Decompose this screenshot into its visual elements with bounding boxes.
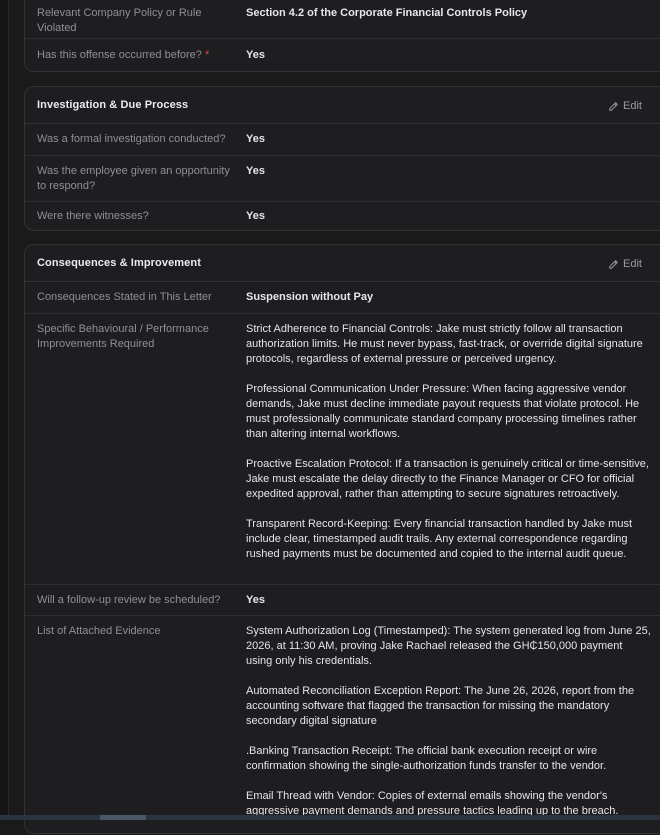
left-rail — [0, 0, 9, 820]
consequences-title: Consequences & Improvement — [37, 257, 201, 269]
prior-offense-row: Has this offense occurred before? * Yes — [25, 38, 660, 73]
required-asterisk: * — [204, 49, 210, 61]
pencil-icon — [609, 259, 618, 269]
investigation-title: Investigation & Due Process — [37, 99, 189, 111]
opportunity-respond-row: Was the employee given an opportunity to… — [25, 155, 660, 201]
scrollbar-thumb[interactable] — [100, 815, 146, 820]
offense-details-card: Relevant Company Policy or Rule Violated… — [24, 0, 660, 72]
improvement-paragraph: Professional Communication Under Pressur… — [246, 383, 640, 440]
improvement-paragraph: Transparent Record-Keeping: Every financ… — [246, 518, 633, 560]
improvements-label: Specific Behavioural / Performance Impro… — [37, 323, 209, 350]
opportunity-respond-value: Yes — [246, 165, 265, 177]
formal-investigation-row: Was a formal investigation conducted? Ye… — [25, 124, 660, 155]
consequences-edit-button[interactable]: Edit — [608, 255, 642, 273]
policy-row: Relevant Company Policy or Rule Violated… — [25, 1, 660, 38]
horizontal-scrollbar[interactable] — [0, 815, 660, 820]
formal-investigation-label: Was a formal investigation conducted? — [37, 133, 226, 145]
formal-investigation-value: Yes — [246, 133, 265, 145]
improvement-paragraph: Proactive Escalation Protocol: If a tran… — [246, 458, 649, 500]
evidence-item: System Authorization Log (Timestamped): … — [246, 625, 651, 667]
edit-label: Edit — [623, 100, 642, 112]
witnesses-label: Were there witnesses? — [37, 210, 149, 222]
witnesses-row: Were there witnesses? Yes — [25, 201, 660, 231]
edit-label: Edit — [623, 258, 642, 270]
followup-value: Yes — [246, 594, 265, 606]
evidence-item: Automated Reconciliation Exception Repor… — [246, 685, 635, 727]
consequence-row: Consequences Stated in This Letter Suspe… — [25, 282, 660, 313]
investigation-card: Investigation & Due Process Edit Was a f… — [24, 86, 660, 231]
investigation-edit-button[interactable]: Edit — [608, 97, 642, 115]
investigation-header: Investigation & Due Process Edit — [25, 87, 660, 124]
consequences-card: Consequences & Improvement Edit Conseque… — [24, 244, 660, 834]
consequence-label: Consequences Stated in This Letter — [37, 291, 212, 303]
evidence-label: List of Attached Evidence — [37, 625, 161, 637]
consequence-value: Suspension without Pay — [246, 291, 374, 303]
opportunity-respond-label: Was the employee given an opportunity to… — [37, 165, 230, 192]
followup-label: Will a follow-up review be scheduled? — [37, 594, 221, 606]
evidence-value: System Authorization Log (Timestamped): … — [246, 624, 651, 819]
evidence-item: .Banking Transaction Receipt: The offici… — [246, 745, 607, 772]
policy-label: Relevant Company Policy or Rule Violated — [37, 7, 202, 34]
followup-row: Will a follow-up review be scheduled? Ye… — [25, 584, 660, 615]
witnesses-value: Yes — [246, 210, 265, 222]
consequences-header: Consequences & Improvement Edit — [25, 245, 660, 282]
evidence-row: List of Attached Evidence System Authori… — [25, 615, 660, 835]
improvements-row: Specific Behavioural / Performance Impro… — [25, 313, 660, 584]
prior-offense-value: Yes — [246, 49, 265, 61]
improvement-paragraph: Strict Adherence to Financial Controls: … — [246, 323, 643, 365]
improvements-value: Strict Adherence to Financial Controls: … — [246, 322, 651, 562]
pencil-icon — [609, 101, 618, 111]
prior-offense-label: Has this offense occurred before? * — [37, 49, 210, 61]
policy-value: Section 4.2 of the Corporate Financial C… — [246, 7, 528, 19]
